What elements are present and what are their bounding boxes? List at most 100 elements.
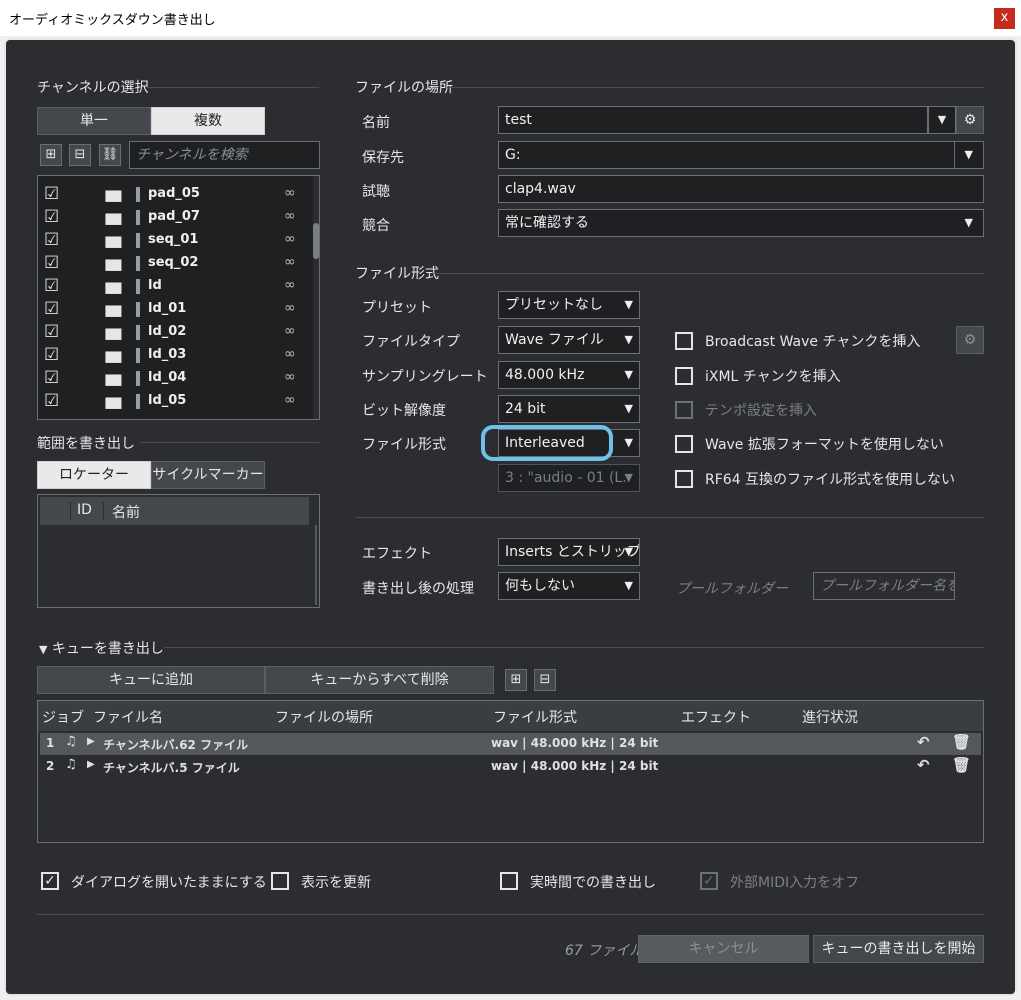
channel-name: ld_04 (148, 370, 187, 385)
gear-icon[interactable]: ⚙ (956, 326, 984, 354)
channel-row[interactable]: ☑ ▮▮▮ ld_04 ∞ (38, 367, 308, 390)
range-table: ID 名前 (37, 494, 320, 608)
tab-locator[interactable]: ロケーター (37, 461, 151, 489)
channel-list-scrollbar[interactable] (313, 176, 319, 419)
channel-checkbox[interactable]: ☑ (44, 393, 59, 410)
name-dropdown-arrow[interactable]: ▼ (928, 106, 956, 134)
sample-rate-dropdown[interactable]: 48.000 kHz ▼ (498, 361, 640, 389)
collapse-all-icon[interactable]: ⊟ (69, 144, 91, 166)
col-file-location[interactable]: ファイルの場所 (275, 707, 373, 727)
channel-checkbox[interactable]: ☑ (44, 278, 59, 295)
expand-icon[interactable]: ▶ (87, 736, 95, 747)
channel-checkbox[interactable]: ☑ (44, 347, 59, 364)
remove-all-button[interactable]: キューからすべて削除 (265, 666, 494, 694)
channel-dropdown[interactable]: 3 : "audio - 01 (L. ▼ (498, 464, 640, 492)
file-location-title: ファイルの場所 (355, 80, 453, 96)
name-field[interactable]: test (498, 106, 928, 134)
realtime-label: 実時間での書き出し (530, 875, 656, 891)
bit-depth-dropdown[interactable]: 24 bit ▼ (498, 395, 640, 423)
col-name[interactable]: 名前 (112, 502, 140, 522)
col-job[interactable]: ジョブ (42, 707, 84, 727)
pool-folder-input[interactable]: プールフォルダー名を入. (813, 572, 955, 600)
channel-row[interactable]: ☑ ▮▮▮ ld ∞ (38, 275, 308, 298)
col-file-name[interactable]: ファイル名 (93, 707, 163, 727)
ixml-checkbox[interactable] (675, 367, 693, 385)
path-dropdown[interactable]: G: ▼ (498, 141, 984, 169)
stereo-link-icon: ∞ (284, 185, 296, 201)
tab-single[interactable]: 単一 (37, 107, 151, 135)
keep-open-checkbox[interactable]: ✓ (41, 872, 59, 890)
divider (140, 442, 319, 443)
channel-checkbox[interactable]: ☑ (44, 232, 59, 249)
start-export-button[interactable]: キューの書き出しを開始 (813, 935, 984, 963)
queue-row[interactable]: 2 ♫ ▶ チャンネルバ.5 ファイル wav | 48.000 kHz | 24 bi… (40, 756, 981, 778)
tab-multiple[interactable]: 複数 (151, 107, 265, 135)
channel-checkbox[interactable]: ☑ (44, 370, 59, 387)
file-count: 67 ファイル (565, 943, 644, 959)
file-type-dropdown[interactable]: Wave ファイル ▼ (498, 326, 640, 354)
midi-off-checkbox[interactable]: ✓ (700, 872, 718, 890)
preview-label: 試聴 (362, 184, 390, 200)
job-number: 1 (46, 736, 55, 750)
wave-ext-checkbox[interactable] (675, 435, 693, 453)
chevron-down-icon: ▼ (624, 545, 633, 558)
preset-dropdown[interactable]: プリセットなし ▼ (498, 291, 640, 319)
channel-search-input[interactable]: チャンネルを検索 (129, 141, 320, 169)
preview-field[interactable]: clap4.wav (498, 175, 984, 203)
cancel-button[interactable]: キャンセル (638, 935, 809, 963)
channel-color-bar (136, 210, 140, 225)
expand-all-icon[interactable]: ⊞ (505, 669, 527, 691)
conflict-dropdown[interactable]: 常に確認する ▼ (498, 209, 984, 237)
queue-section-title[interactable]: ▼ キューを書き出し (39, 638, 164, 658)
collapse-all-icon[interactable]: ⊟ (534, 669, 556, 691)
col-progress[interactable]: 進行状況 (802, 707, 858, 727)
tab-cycle-marker[interactable]: サイクルマーカー (151, 461, 265, 489)
chevron-down-icon: ▼ (624, 368, 633, 381)
channel-row[interactable]: ☑ ▮▮▮ ld_05 ∞ (38, 390, 308, 413)
rf64-checkbox[interactable] (675, 470, 693, 488)
channel-checkbox[interactable]: ☑ (44, 186, 59, 203)
tempo-checkbox[interactable] (675, 401, 693, 419)
tempo-label: テンポ設定を挿入 (705, 403, 817, 419)
channel-row[interactable]: ☑ ▮▮▮ pad_05 ∞ (38, 183, 308, 206)
link-icon[interactable]: ⛓ (99, 144, 121, 166)
channel-name: seq_02 (148, 255, 199, 270)
gear-icon[interactable]: ⚙ (956, 106, 984, 134)
channel-name: ld_03 (148, 347, 187, 362)
stereo-link-icon: ∞ (284, 231, 296, 247)
close-button[interactable]: x (994, 8, 1015, 29)
queue-table: ジョブ ファイル名 ファイルの場所 ファイル形式 エフェクト 進行状況 1 ♫ ▶ チ… (37, 700, 984, 843)
instrument-keyboard-icon: ▮▮▮ (104, 255, 123, 273)
rf64-label: RF64 互換のファイル形式を使用しない (705, 472, 956, 488)
channel-checkbox[interactable]: ☑ (44, 301, 59, 318)
channel-row[interactable]: ☑ ▮▮▮ ld_03 ∞ (38, 344, 308, 367)
undo-icon[interactable]: ↶ (917, 733, 930, 751)
realtime-checkbox[interactable] (500, 872, 518, 890)
queue-row[interactable]: 1 ♫ ▶ チャンネルバ.62 ファイル wav | 48.000 kHz | 24 b… (40, 733, 981, 755)
trash-icon[interactable]: 🗑 (952, 756, 971, 774)
effect-dropdown[interactable]: Inserts とストリップ ▼ (498, 538, 640, 566)
expand-all-icon[interactable]: ⊞ (40, 144, 62, 166)
expand-icon[interactable]: ▶ (87, 759, 95, 770)
channel-row[interactable]: ☑ ▮▮▮ seq_01 ∞ (38, 229, 308, 252)
scrollbar-thumb[interactable] (313, 223, 319, 259)
post-process-dropdown[interactable]: 何もしない ▼ (498, 572, 640, 600)
channel-checkbox[interactable]: ☑ (44, 255, 59, 272)
audio-file-icon: ♫ (65, 757, 77, 772)
divider (447, 87, 984, 88)
col-id[interactable]: ID (77, 502, 92, 518)
trash-icon[interactable]: 🗑 (952, 733, 971, 751)
add-to-queue-button[interactable]: キューに追加 (37, 666, 265, 694)
channel-row[interactable]: ☑ ▮▮▮ ld_01 ∞ (38, 298, 308, 321)
channel-row[interactable]: ☑ ▮▮▮ pad_07 ∞ (38, 206, 308, 229)
channel-color-bar (136, 302, 140, 317)
channel-row[interactable]: ☑ ▮▮▮ seq_02 ∞ (38, 252, 308, 275)
update-display-checkbox[interactable] (271, 872, 289, 890)
channel-checkbox[interactable]: ☑ (44, 324, 59, 341)
undo-icon[interactable]: ↶ (917, 756, 930, 774)
channel-checkbox[interactable]: ☑ (44, 209, 59, 226)
channel-row[interactable]: ☑ ▮▮▮ ld_02 ∞ (38, 321, 308, 344)
col-effect[interactable]: エフェクト (681, 707, 751, 727)
bwf-checkbox[interactable] (675, 332, 693, 350)
col-file-format[interactable]: ファイル形式 (493, 707, 577, 727)
